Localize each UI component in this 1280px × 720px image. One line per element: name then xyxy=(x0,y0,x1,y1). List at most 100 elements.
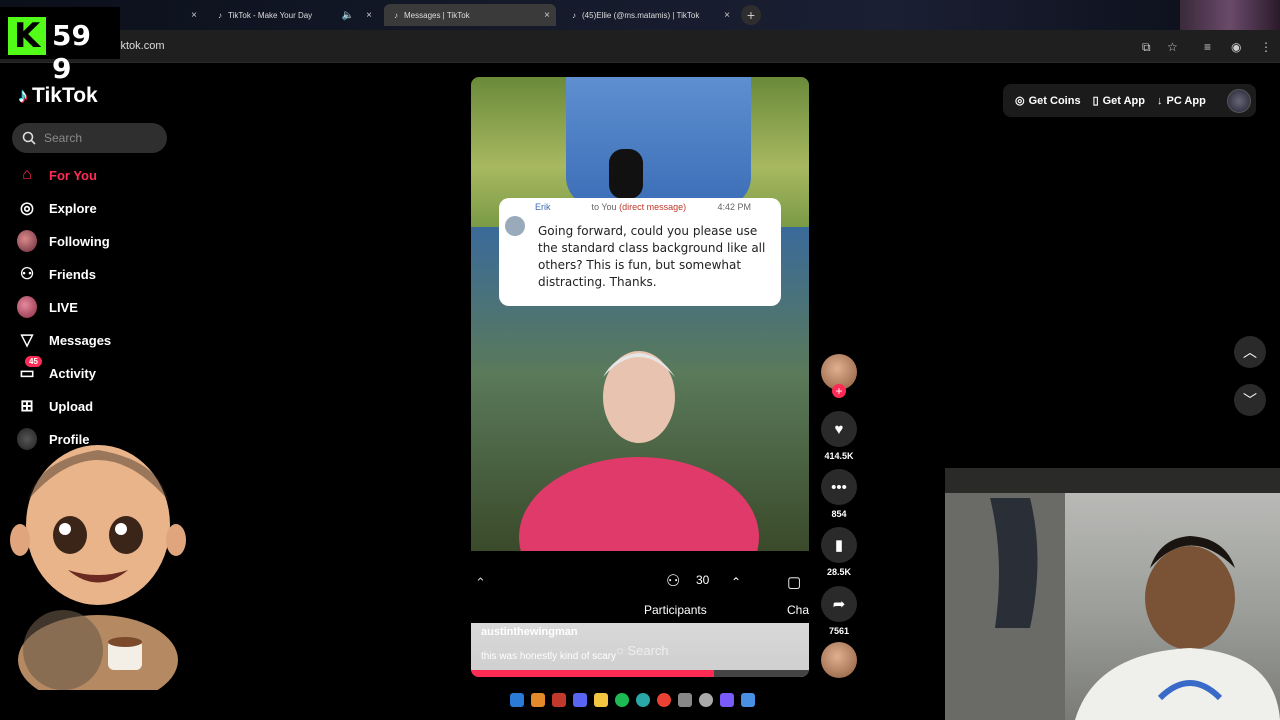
participants-label[interactable]: Participants xyxy=(644,603,707,617)
taskbar xyxy=(510,693,755,707)
search-icon xyxy=(22,131,36,145)
close-icon[interactable]: × xyxy=(366,10,372,21)
chat-icon[interactable]: ▢ xyxy=(787,573,801,591)
browser-tab[interactable]: × xyxy=(115,4,203,26)
sidebar-item-explore[interactable]: ◎ Explore xyxy=(17,196,97,220)
close-icon[interactable]: × xyxy=(724,10,730,21)
sidebar-item-following[interactable]: Following xyxy=(17,229,110,253)
message-body: Going forward, could you please use the … xyxy=(538,224,766,289)
save-button[interactable]: ▮ 28.5K xyxy=(821,527,857,577)
sidebar-item-messages[interactable]: ▽ Messages xyxy=(17,328,111,352)
sound-avatar[interactable] xyxy=(821,642,857,678)
media-icon[interactable]: ≡ xyxy=(1204,40,1211,54)
video-player[interactable]: Erik to You (direct message) 4:42 PM Goi… xyxy=(471,77,809,677)
comment-icon: ••• xyxy=(821,469,857,505)
progress-fill xyxy=(471,670,715,677)
browser-tab[interactable]: ♪ Messages | TikTok × xyxy=(384,4,556,26)
coin-icon: ◎ xyxy=(1015,95,1025,107)
participants-icon[interactable]: ⚇ xyxy=(666,571,680,591)
video-person xyxy=(566,77,751,207)
streamer-avatar-overlay xyxy=(10,445,186,690)
chevron-up-icon[interactable]: ⌃ xyxy=(475,575,486,591)
discord-icon[interactable] xyxy=(720,693,734,707)
like-button[interactable]: ♥ 414.5K xyxy=(821,411,857,461)
phone-icon: ▯ xyxy=(1092,95,1099,107)
bookmark-star-icon[interactable]: ☆ xyxy=(1167,40,1178,54)
app-icon[interactable] xyxy=(678,693,692,707)
compass-icon: ◎ xyxy=(20,200,34,217)
video-progress-bar[interactable] xyxy=(471,670,809,677)
microphone xyxy=(609,149,643,199)
file-explorer-icon[interactable] xyxy=(594,693,608,707)
direct-message-card: Erik to You (direct message) 4:42 PM Goi… xyxy=(499,198,781,306)
share-button[interactable]: ➦ 7561 xyxy=(821,586,857,636)
sidebar-item-label: For You xyxy=(49,167,97,183)
heart-icon: ♥ xyxy=(821,411,857,447)
app-icon[interactable] xyxy=(741,693,755,707)
close-icon[interactable]: × xyxy=(191,10,197,21)
browser-tab[interactable]: ♪ TikTok - Make Your Day 🔈 × xyxy=(208,4,378,26)
download-icon: ↓ xyxy=(1157,94,1163,107)
install-icon[interactable]: ⧉ xyxy=(1142,40,1151,55)
browser-tab[interactable]: ♪ (45)Ellie (@ms.matamis) | TikTok × xyxy=(562,4,736,26)
message-recipient: to You xyxy=(591,202,617,212)
search-box[interactable] xyxy=(12,123,167,153)
app-icon[interactable] xyxy=(531,693,545,707)
sidebar-item-label: LIVE xyxy=(49,299,78,315)
menu-icon[interactable]: ⋮ xyxy=(1260,40,1272,54)
previous-video-button[interactable]: ︿ xyxy=(1234,336,1266,368)
search-input[interactable] xyxy=(44,131,154,145)
chrome-icon[interactable] xyxy=(657,693,671,707)
sidebar-item-label: Explore xyxy=(49,200,97,216)
close-icon[interactable]: × xyxy=(544,10,550,21)
app-icon[interactable] xyxy=(552,693,566,707)
video-person xyxy=(519,351,759,551)
follow-button[interactable]: + xyxy=(832,384,846,398)
sidebar-item-friends[interactable]: ⚇ Friends xyxy=(17,262,96,286)
avatar xyxy=(505,216,525,236)
mute-icon[interactable]: 🔈 xyxy=(342,10,354,21)
kick-logo: K xyxy=(8,17,46,55)
chevron-up-icon[interactable]: ⌃ xyxy=(731,575,741,589)
sidebar-item-upload[interactable]: ⊞ Upload xyxy=(17,394,93,418)
chat-label[interactable]: Cha xyxy=(787,603,809,617)
notification-badge: 45 xyxy=(25,356,42,367)
chevron-up-icon: ︿ xyxy=(1243,344,1257,360)
send-icon: ▽ xyxy=(20,332,34,349)
meeting-controls: ⌃ ⚇ 30 ⌃ Participants ▢ Cha xyxy=(471,551,809,623)
button-label: Get App xyxy=(1102,94,1145,107)
profile-icon[interactable]: ◉ xyxy=(1231,40,1241,54)
windows-start-icon[interactable] xyxy=(510,693,524,707)
tab-title: Messages | TikTok xyxy=(404,10,470,20)
plus-square-icon: ⊞ xyxy=(20,398,34,415)
taskbar-search: ○ Search xyxy=(616,643,669,658)
next-video-button[interactable]: ﹀ xyxy=(1234,384,1266,416)
share-count: 7561 xyxy=(828,626,850,636)
get-app-button[interactable]: ▯ Get App xyxy=(1092,94,1145,108)
kick-viewer-overlay: K 59 9 xyxy=(0,7,120,85)
sidebar-item-for-you[interactable]: ⌂ For You xyxy=(17,163,97,187)
tiktok-icon: ♪ xyxy=(218,10,222,20)
pc-app-button[interactable]: ↓ PC App xyxy=(1157,95,1206,107)
sidebar-item-live[interactable]: LIVE xyxy=(17,295,78,319)
comment-button[interactable]: ••• 854 xyxy=(821,469,857,519)
top-action-bar: ◎ Get Coins ▯ Get App ↓ PC App xyxy=(1003,84,1256,117)
sidebar-item-activity[interactable]: ▭ 45 Activity xyxy=(17,356,96,385)
sidebar-item-label: Friends xyxy=(49,266,96,282)
message-type: (direct message) xyxy=(619,202,687,212)
author-username[interactable]: austinthewingman xyxy=(481,626,578,638)
address-bar[interactable] xyxy=(0,30,1280,63)
new-tab-button[interactable]: + xyxy=(741,5,761,25)
url-text[interactable]: tiktok.com xyxy=(115,40,165,52)
spotify-icon[interactable] xyxy=(615,693,629,707)
tiktok-note-icon: ♪ xyxy=(18,84,28,107)
video-caption: austinthewingman ○ Search this was hones… xyxy=(471,623,809,677)
settings-icon[interactable] xyxy=(699,693,713,707)
profile-avatar[interactable] xyxy=(1227,89,1251,113)
get-coins-button[interactable]: ◎ Get Coins xyxy=(1015,94,1081,108)
tiktok-logo[interactable]: ♪ TikTok xyxy=(18,84,98,108)
discord-icon[interactable] xyxy=(573,693,587,707)
message-time: 4:42 PM xyxy=(717,202,751,212)
edge-icon[interactable] xyxy=(636,693,650,707)
inbox-icon: ▭ 45 xyxy=(17,356,42,383)
